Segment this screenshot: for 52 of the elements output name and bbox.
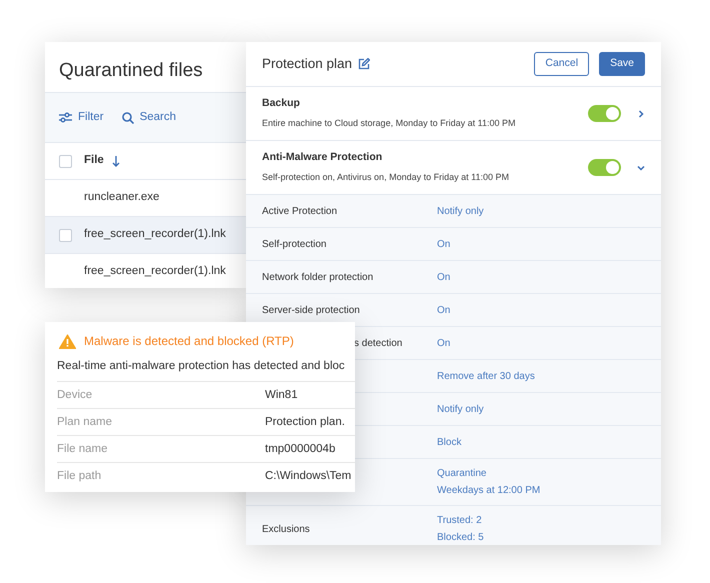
detail-label: File path: [57, 468, 102, 484]
detail-value: C:\Windows\Tem: [265, 468, 352, 484]
section-description: Entire machine to Cloud storage, Monday to Friday at 11:00 PM: [262, 117, 516, 130]
sort-down-icon: [112, 156, 120, 166]
setting-value-link[interactable]: On: [437, 338, 450, 348]
setting-value-link[interactable]: Block: [437, 436, 462, 448]
setting-value-link[interactable]: Blocked: 5: [437, 532, 484, 543]
table-row[interactable]: free_screen_recorder(1).lnk: [45, 217, 246, 254]
setting-value-link[interactable]: Weekdays at 12:00 PM: [437, 485, 540, 496]
chevron-right-icon[interactable]: [637, 110, 645, 118]
checkbox[interactable]: [59, 228, 72, 242]
setting-value-link[interactable]: On: [437, 272, 450, 282]
setting-label: Server-side protection: [262, 304, 360, 316]
setting-label: Exclusions: [262, 524, 310, 534]
setting-value-link[interactable]: On: [437, 304, 450, 316]
setting-label: Active Protection: [262, 206, 338, 216]
detail-value: Protection plan.: [265, 414, 345, 430]
detail-label: Plan name: [57, 414, 113, 430]
table-cell-text: runcleaner.exe: [84, 190, 160, 206]
detail-value: tmp0000004b: [265, 442, 336, 457]
setting-value-link[interactable]: Notify only: [437, 404, 484, 414]
table-cell-text: free_screen_recorder(1).lnk: [84, 264, 226, 280]
setting-value-link[interactable]: Notify only: [437, 206, 484, 216]
checkbox[interactable]: [59, 154, 72, 168]
detail-label: File name: [57, 442, 108, 457]
warning-icon: [59, 334, 76, 348]
notification-message: Real-time anti-malware protection has detected and bloc: [56, 359, 346, 374]
setting-value-link[interactable]: On: [437, 238, 450, 250]
sliders-icon: [59, 112, 72, 123]
notification-title: Malware is detected and blocked (RTP): [84, 333, 294, 350]
panel-title: Protection plan: [262, 54, 352, 73]
table-cell-text: free_screen_recorder(1).lnk: [84, 227, 226, 242]
save-button[interactable]: Save: [599, 52, 645, 76]
edit-icon: [358, 58, 370, 70]
section-title: Backup: [262, 96, 301, 112]
setting-label: Network folder protection: [262, 272, 374, 282]
setting-value-link[interactable]: Trusted: 2: [437, 515, 482, 526]
search-icon: [122, 112, 134, 124]
section-title: Anti-Malware Protection: [262, 150, 384, 166]
setting-value-link[interactable]: Remove after 30 days: [437, 370, 535, 382]
setting-value-link[interactable]: Quarantine: [437, 468, 486, 479]
toggle-switch[interactable]: [588, 159, 621, 176]
section-description: Self-protection on, Antivirus on, Monday to Friday at 11:00 PM: [262, 171, 510, 184]
search-button[interactable]: Search: [122, 108, 176, 126]
detail-value: Win81: [265, 388, 298, 403]
filter-button[interactable]: Filter: [59, 108, 104, 126]
toggle-switch[interactable]: [588, 105, 621, 122]
cancel-button[interactable]: Cancel: [534, 52, 590, 76]
chevron-down-icon[interactable]: [637, 164, 645, 172]
setting-label: Self-protection: [262, 238, 326, 250]
detail-label: Device: [57, 388, 94, 403]
column-header: File: [84, 153, 104, 168]
